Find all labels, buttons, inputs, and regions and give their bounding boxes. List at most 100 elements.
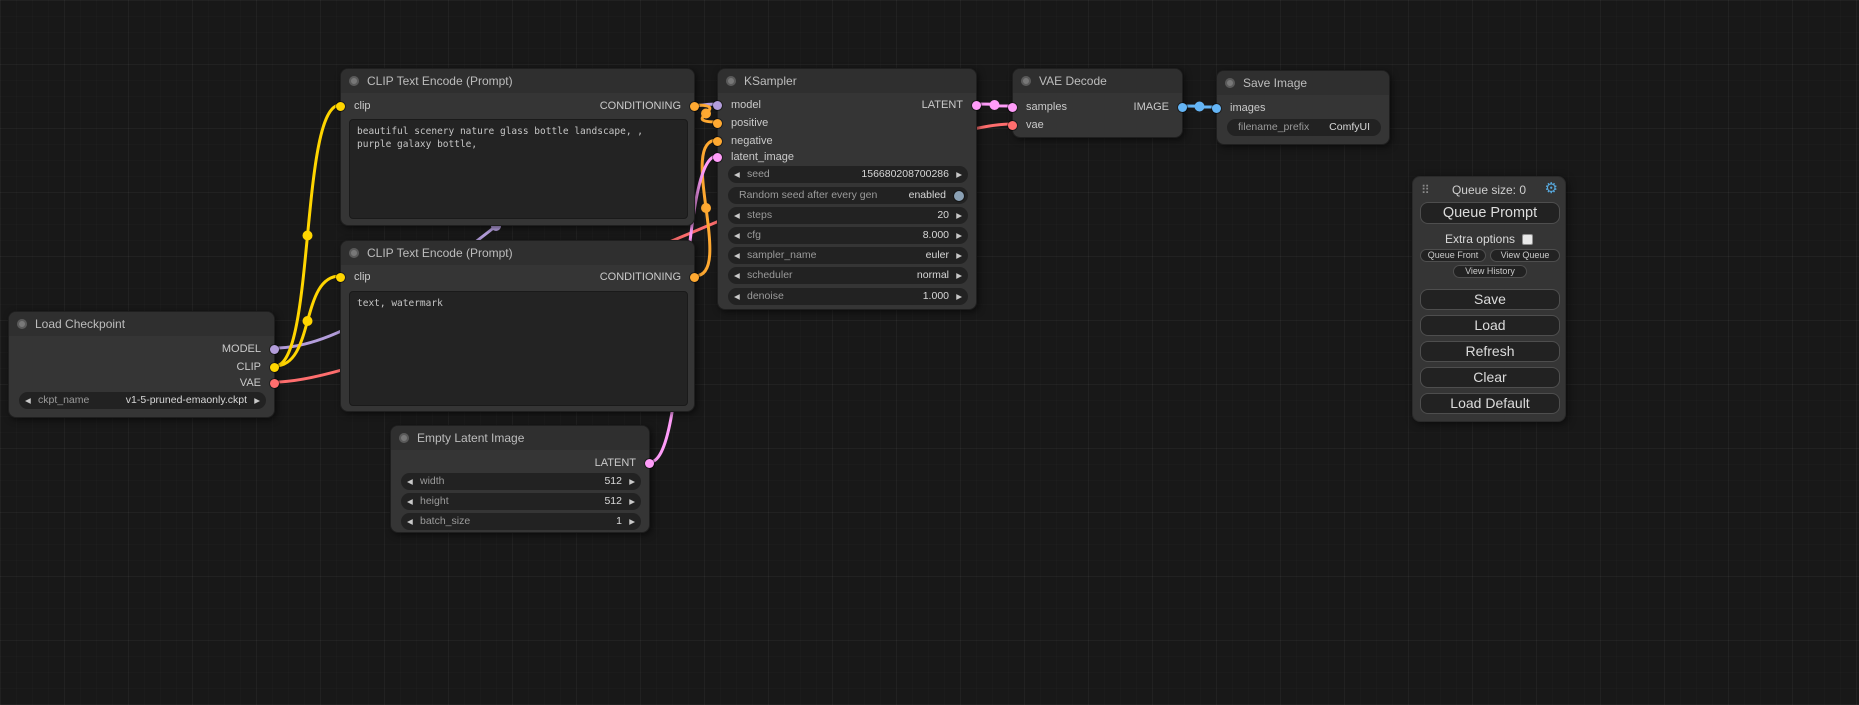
clip-input-dot[interactable] xyxy=(336,102,345,111)
negative-prompt-textarea[interactable]: text, watermark xyxy=(349,291,688,406)
stepper-right-icon[interactable]: ▶ xyxy=(254,392,260,409)
node-collapse-dot[interactable] xyxy=(399,433,409,443)
negative-input-dot[interactable] xyxy=(713,137,722,146)
filename-prefix-field[interactable]: filename_prefix ComfyUI xyxy=(1227,119,1381,136)
vae-input-dot[interactable] xyxy=(1008,121,1017,130)
input-label: vae xyxy=(1026,117,1044,133)
save-button[interactable]: Save xyxy=(1420,289,1560,310)
refresh-button[interactable]: Refresh xyxy=(1420,341,1560,362)
queue-front-button[interactable]: Queue Front xyxy=(1420,249,1486,262)
node-title-bar[interactable]: Empty Latent Image xyxy=(391,426,649,450)
conditioning-output-dot[interactable] xyxy=(690,273,699,282)
output-label: CONDITIONING xyxy=(600,98,681,114)
latent-image-input-dot[interactable] xyxy=(713,153,722,162)
batch-size-stepper[interactable]: ◀ batch_size 1 ▶ xyxy=(401,513,641,530)
node-title-bar[interactable]: Load Checkpoint xyxy=(9,312,274,336)
samples-input-dot[interactable] xyxy=(1008,103,1017,112)
stepper-left-icon[interactable]: ◀ xyxy=(407,493,413,510)
clear-button[interactable]: Clear xyxy=(1420,367,1560,388)
vae-output-dot[interactable] xyxy=(270,379,279,388)
extra-options-checkbox[interactable] xyxy=(1522,234,1533,245)
latent-output-dot[interactable] xyxy=(972,101,981,110)
queue-prompt-button[interactable]: Queue Prompt xyxy=(1420,202,1560,224)
node-title-bar[interactable]: VAE Decode xyxy=(1013,69,1182,93)
image-output-dot[interactable] xyxy=(1178,103,1187,112)
model-input-dot[interactable] xyxy=(713,101,722,110)
latent-output-dot[interactable] xyxy=(645,459,654,468)
width-stepper[interactable]: ◀ width 512 ▶ xyxy=(401,473,641,490)
stepper-right-icon[interactable]: ▶ xyxy=(956,227,962,244)
clip-output-dot[interactable] xyxy=(270,363,279,372)
load-default-button[interactable]: Load Default xyxy=(1420,393,1560,414)
node-title-bar[interactable]: KSampler xyxy=(718,69,976,93)
stepper-right-icon[interactable]: ▶ xyxy=(956,288,962,305)
conditioning-output-dot[interactable] xyxy=(690,102,699,111)
node-title: CLIP Text Encode (Prompt) xyxy=(367,69,513,93)
widget-value: 1.000 xyxy=(923,288,949,305)
stepper-left-icon[interactable]: ◀ xyxy=(734,288,740,305)
output-slot-latent: LATENT xyxy=(391,455,649,471)
clip-input-dot[interactable] xyxy=(336,273,345,282)
denoise-stepper[interactable]: ◀ denoise 1.000 ▶ xyxy=(728,288,968,305)
cfg-stepper[interactable]: ◀ cfg 8.000 ▶ xyxy=(728,227,968,244)
stepper-left-icon[interactable]: ◀ xyxy=(734,166,740,183)
stepper-right-icon[interactable]: ▶ xyxy=(629,493,635,510)
ckpt-name-combo[interactable]: ◀ ckpt_name v1-5-pruned-emaonly.ckpt ▶ xyxy=(19,392,266,409)
scheduler-combo[interactable]: ◀ scheduler normal ▶ xyxy=(728,267,968,284)
widget-value: 20 xyxy=(937,207,949,224)
stepper-left-icon[interactable]: ◀ xyxy=(734,227,740,244)
node-collapse-dot[interactable] xyxy=(349,76,359,86)
node-vae-decode[interactable]: VAE Decode samples IMAGE vae xyxy=(1012,68,1183,138)
toggle-dot[interactable] xyxy=(954,191,964,201)
images-input-dot[interactable] xyxy=(1212,104,1221,113)
input-label: clip xyxy=(354,269,371,285)
extra-options-row: Extra options xyxy=(1413,232,1565,246)
node-clip-text-encode-negative[interactable]: CLIP Text Encode (Prompt) clip CONDITION… xyxy=(340,240,695,412)
node-load-checkpoint[interactable]: Load Checkpoint MODEL CLIP VAE ◀ ckpt_na… xyxy=(8,311,275,418)
positive-prompt-textarea[interactable]: beautiful scenery nature glass bottle la… xyxy=(349,119,688,219)
view-queue-button[interactable]: View Queue xyxy=(1490,249,1560,262)
stepper-right-icon[interactable]: ▶ xyxy=(956,207,962,224)
stepper-left-icon[interactable]: ◀ xyxy=(407,473,413,490)
stepper-left-icon[interactable]: ◀ xyxy=(734,207,740,224)
node-collapse-dot[interactable] xyxy=(1021,76,1031,86)
stepper-right-icon[interactable]: ▶ xyxy=(956,166,962,183)
node-title: CLIP Text Encode (Prompt) xyxy=(367,241,513,265)
stepper-left-icon[interactable]: ◀ xyxy=(734,267,740,284)
output-slot-clip: CLIP xyxy=(9,359,274,375)
node-title: Empty Latent Image xyxy=(417,426,524,450)
node-collapse-dot[interactable] xyxy=(1225,78,1235,88)
widget-value: 156680208700286 xyxy=(861,166,949,183)
view-history-button[interactable]: View History xyxy=(1453,265,1527,278)
sampler-name-combo[interactable]: ◀ sampler_name euler ▶ xyxy=(728,247,968,264)
load-button[interactable]: Load xyxy=(1420,315,1560,336)
random-seed-toggle[interactable]: Random seed after every gen enabled xyxy=(728,187,968,204)
node-collapse-dot[interactable] xyxy=(17,319,27,329)
slot-row: clip CONDITIONING xyxy=(341,269,694,285)
node-collapse-dot[interactable] xyxy=(726,76,736,86)
node-ksampler[interactable]: KSampler model LATENT positive negative … xyxy=(717,68,977,310)
stepper-right-icon[interactable]: ▶ xyxy=(956,247,962,264)
stepper-right-icon[interactable]: ▶ xyxy=(629,513,635,530)
node-collapse-dot[interactable] xyxy=(349,248,359,258)
gear-icon[interactable]: ⚙ xyxy=(1545,181,1558,197)
steps-stepper[interactable]: ◀ steps 20 ▶ xyxy=(728,207,968,224)
positive-input-dot[interactable] xyxy=(713,119,722,128)
height-stepper[interactable]: ◀ height 512 ▶ xyxy=(401,493,641,510)
graph-canvas[interactable]: Load Checkpoint MODEL CLIP VAE ◀ ckpt_na… xyxy=(0,0,1859,705)
stepper-left-icon[interactable]: ◀ xyxy=(407,513,413,530)
stepper-right-icon[interactable]: ▶ xyxy=(956,267,962,284)
node-clip-text-encode-positive[interactable]: CLIP Text Encode (Prompt) clip CONDITION… xyxy=(340,68,695,226)
node-title-bar[interactable]: CLIP Text Encode (Prompt) xyxy=(341,69,694,93)
node-title-bar[interactable]: Save Image xyxy=(1217,71,1389,95)
node-title-bar[interactable]: CLIP Text Encode (Prompt) xyxy=(341,241,694,265)
stepper-left-icon[interactable]: ◀ xyxy=(734,247,740,264)
widget-value: 8.000 xyxy=(923,227,949,244)
seed-stepper[interactable]: ◀ seed 156680208700286 ▶ xyxy=(728,166,968,183)
widget-value: euler xyxy=(926,247,949,264)
node-save-image[interactable]: Save Image images filename_prefix ComfyU… xyxy=(1216,70,1390,145)
node-empty-latent-image[interactable]: Empty Latent Image LATENT ◀ width 512 ▶ … xyxy=(390,425,650,533)
stepper-left-icon[interactable]: ◀ xyxy=(25,392,31,409)
stepper-right-icon[interactable]: ▶ xyxy=(629,473,635,490)
model-output-dot[interactable] xyxy=(270,345,279,354)
